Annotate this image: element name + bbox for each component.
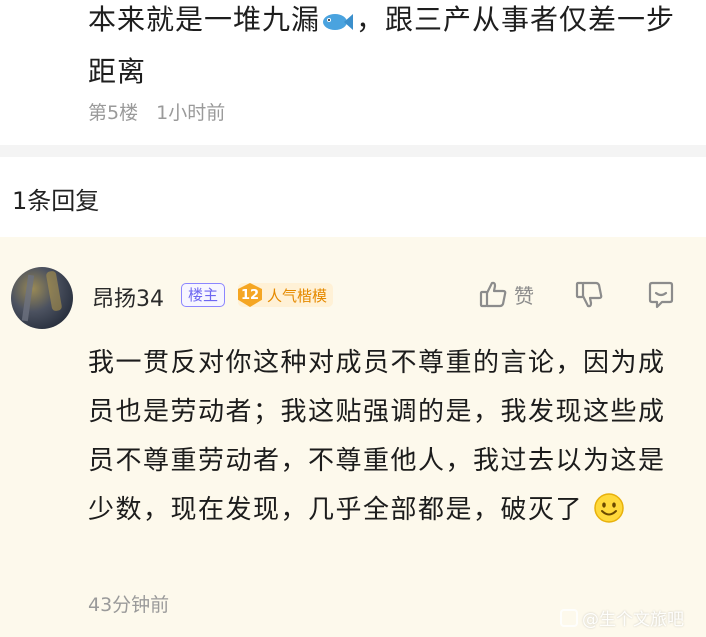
dislike-button[interactable] [575, 280, 605, 314]
top-post-meta: 第5楼 1小时前 [88, 98, 225, 125]
username[interactable]: 昂扬34 [92, 281, 164, 313]
comment-icon [648, 281, 674, 309]
watermark: @生个文旅吧 [560, 605, 684, 630]
level-badge: 12 人气楷模 [238, 283, 334, 307]
smile-icon [593, 492, 625, 541]
post-time: 1小时前 [156, 102, 226, 124]
top-post: 本来就是一堆九漏 ，跟三产从事者仅差一步距离 第5楼 1小时前 [0, 0, 706, 145]
thumbs-up-icon [479, 281, 507, 308]
avatar-detail [45, 270, 63, 312]
avatar-detail [21, 274, 35, 322]
owner-badge: 楼主 [181, 283, 226, 307]
top-post-content[interactable]: 本来就是一堆九漏 ，跟三产从事者仅差一步距离 [88, 0, 688, 96]
thumbs-down-icon [575, 281, 603, 308]
avatar[interactable] [11, 267, 73, 329]
section-divider [0, 145, 706, 157]
level-shield-icon: 12 [238, 283, 262, 307]
reply-count: 1条回复 [12, 187, 100, 215]
reply-time: 43分钟前 [88, 594, 170, 616]
fish-icon [322, 0, 354, 48]
like-button[interactable]: 赞 [478, 279, 534, 309]
level-label: 人气楷模 [267, 286, 328, 305]
top-post-text-part1: 本来就是一堆九漏 [88, 3, 321, 36]
like-label: 赞 [514, 283, 534, 308]
floor-number: 第5楼 [88, 102, 139, 124]
comment-button[interactable] [646, 280, 676, 314]
reply-item: 昂扬34 楼主 12 人气楷模 赞 我一贯反对你这种对成员不尊重的言论，因为成员… [0, 237, 706, 637]
watermark-icon [560, 608, 578, 627]
replies-header: 1条回复 [0, 157, 706, 237]
level-number: 12 [240, 287, 260, 303]
watermark-text: @生个文旅吧 [582, 610, 684, 630]
reply-text: 我一贯反对你这种对成员不尊重的言论，因为成员也是劳动者；我这贴强调的是，我发现这… [88, 348, 666, 525]
reply-content[interactable]: 我一贯反对你这种对成员不尊重的言论，因为成员也是劳动者；我这贴强调的是，我发现这… [88, 339, 678, 541]
